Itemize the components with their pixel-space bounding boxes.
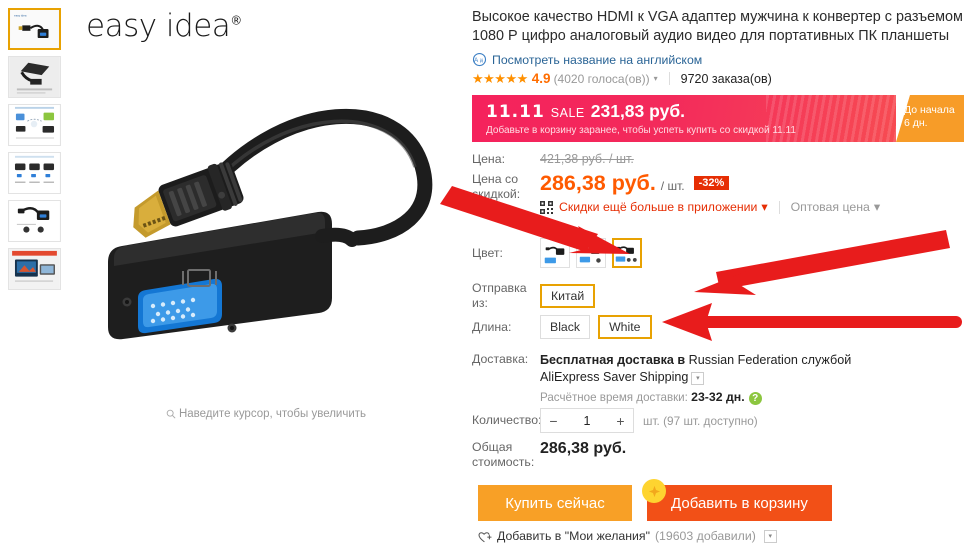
delivery-label: Доставка:	[472, 352, 529, 366]
quantity-decrease-button[interactable]: −	[541, 409, 566, 432]
brand-logo: easy idea®	[86, 8, 242, 44]
heart-plus-icon	[478, 530, 492, 543]
app-discount-caret-icon[interactable]: ▾	[761, 200, 767, 214]
divider-2	[778, 200, 780, 214]
quantity-row: Количество: − + шт. (97 шт. доступно)	[472, 408, 758, 433]
thumbnail-3[interactable]	[8, 104, 61, 146]
delivery-text: Бесплатная доставка в Russian Federation…	[540, 352, 880, 386]
question-mark-icon[interactable]: ?	[748, 392, 762, 405]
color-swatch-3[interactable]	[612, 238, 642, 268]
discount-label-line1: Цена со	[472, 172, 519, 186]
product-page: easy idea easy idea® Наведите курсор, чт…	[0, 0, 972, 547]
buy-now-button[interactable]: Купить сейчас	[478, 485, 632, 521]
app-discount-link[interactable]: Скидки ещё больше в приложении	[559, 200, 757, 214]
total-label: Общая стоимость:	[472, 440, 540, 470]
discount-price-label: Цена со скидкой:	[472, 172, 540, 202]
app-discount-row: Скидки ещё больше в приложении ▾ Оптовая…	[472, 200, 880, 214]
wishlist-row[interactable]: Добавить в "Мои желания" (19603 добавили…	[478, 529, 777, 543]
total-label-line2: стоимость:	[472, 455, 535, 469]
wholesale-price-link[interactable]: Оптовая цена	[791, 200, 870, 214]
ship-from-row: Отправка из: Китай	[472, 281, 603, 311]
rating-caret-icon[interactable]: ▾	[654, 74, 658, 83]
svg-text:A: A	[474, 57, 479, 64]
ship-from-option-china[interactable]: Китай	[540, 284, 596, 308]
magnifier-icon	[166, 409, 176, 422]
stock-note: шт. (97 шт. доступно)	[643, 413, 758, 428]
page-title: Высокое качество HDMI к VGA адаптер мужч…	[472, 9, 963, 44]
length-label: Длина:	[472, 319, 512, 334]
wishlist-count: (19603 добавили)	[654, 529, 756, 543]
thumbnail-6[interactable]	[8, 248, 61, 290]
price-per-unit: / шт.	[660, 179, 685, 193]
svg-text:й: й	[480, 57, 483, 64]
product-info-panel: Высокое качество HDMI к VGA адаптер мужч…	[462, 0, 972, 547]
rating-votes: (4020 голоса(ов))	[553, 71, 650, 86]
price-label: Цена:	[472, 152, 505, 166]
countdown-value: 6 дн.	[904, 117, 928, 129]
ship-from-label: Отправка из:	[472, 281, 527, 310]
length-option-black[interactable]: Black	[540, 315, 591, 339]
thumbnail-2[interactable]	[8, 56, 61, 98]
quantity-stepper[interactable]: − +	[540, 408, 634, 433]
thumbnail-1[interactable]: easy idea	[8, 8, 61, 50]
zoom-hint-text: Наведите курсор, чтобы увеличить	[178, 408, 367, 420]
color-label: Цвет:	[472, 246, 503, 260]
total-value: 286,38 руб.	[540, 440, 627, 457]
color-swatch-1[interactable]	[540, 238, 570, 268]
qr-code-icon	[540, 200, 553, 214]
delivery-estimate-value: 23-32 дн.	[691, 390, 745, 404]
current-price: 286,38 руб.	[540, 171, 656, 195]
sale-event-label: 11.11	[486, 102, 545, 122]
rating-stars: ★★★★★	[472, 70, 528, 86]
translate-title-link[interactable]: Aй Посмотреть название на английском	[472, 52, 702, 67]
orders-count: 9720 заказа(ов)	[680, 71, 772, 86]
rating-row: ★★★★★ 4.9 (4020 голоса(ов)) ▾ 9720 заказ…	[472, 70, 772, 87]
wishlist-dropdown-icon[interactable]: ▾	[763, 529, 777, 543]
quantity-input[interactable]	[566, 409, 608, 432]
brand-name: easy idea	[86, 8, 231, 44]
main-product-image[interactable]: easy idea® Наведите курсор, чтобы увелич…	[70, 0, 462, 547]
delivery-carrier: AliExpress Saver Shipping	[540, 370, 689, 384]
add-to-cart-button[interactable]: Добавить в корзину	[647, 485, 832, 521]
sale-banner-main: 11.11 SALE 231,83 руб. Добавьте в корзин…	[472, 95, 896, 142]
discount-badge: -32%	[693, 176, 730, 190]
sale-countdown: До начала 6 дн.	[896, 95, 964, 142]
quantity-increase-button[interactable]: +	[608, 409, 633, 432]
sale-price: 231,83 руб.	[590, 101, 686, 121]
delivery-dropdown-icon[interactable]: ▾	[691, 372, 705, 385]
delivery-free-label: Бесплатная доставка в	[540, 353, 686, 367]
translate-link-label: Посмотреть название на английском	[492, 52, 703, 67]
length-option-white[interactable]: White	[598, 315, 652, 339]
translate-icon: Aй	[472, 52, 487, 67]
delivery-destination: Russian Federation службой	[688, 353, 852, 367]
delivery-estimate-label: Расчётное время доставки:	[540, 391, 688, 404]
registered-mark: ®	[230, 13, 242, 28]
coin-reward-icon	[642, 479, 666, 503]
length-row: Длина: Black White	[472, 315, 660, 339]
thumbnail-gallery: easy idea	[0, 0, 70, 547]
hero-photo[interactable]	[70, 48, 462, 403]
delivery-row: Доставка: Бесплатная доставка в Russian …	[472, 352, 880, 405]
sale-subtitle: Добавьте в корзину заранее, чтобы успеть…	[486, 125, 796, 136]
old-price: 421,38 руб. / шт.	[540, 152, 634, 166]
total-row: Общая стоимость: 286,38 руб.	[472, 440, 626, 470]
svg-text:easy idea: easy idea	[14, 13, 27, 17]
color-swatch-2[interactable]	[576, 238, 606, 268]
thumbnail-5[interactable]	[8, 200, 61, 242]
divider	[668, 72, 670, 85]
wishlist-label: Добавить в "Мои желания"	[497, 529, 650, 543]
price-row: Цена: 421,38 руб. / шт.	[472, 152, 634, 167]
zoom-hint: Наведите курсор, чтобы увеличить	[70, 408, 462, 422]
total-label-line1: Общая	[472, 440, 513, 454]
wholesale-caret-icon[interactable]: ▾	[874, 200, 880, 214]
color-row: Цвет:	[472, 238, 648, 268]
sale-banner[interactable]: 11.11 SALE 231,83 руб. Добавьте в корзин…	[472, 95, 964, 142]
quantity-label: Количество:	[472, 413, 542, 427]
sale-word: SALE	[550, 106, 585, 120]
countdown-label: До начала	[904, 104, 955, 116]
discount-price-row: Цена со скидкой: 286,38 руб. / шт. -32%	[472, 171, 730, 202]
delivery-estimate: Расчётное время доставки: 23-32 дн.?	[540, 390, 880, 405]
rating-value: 4.9	[531, 71, 551, 86]
thumbnail-4[interactable]	[8, 152, 61, 194]
